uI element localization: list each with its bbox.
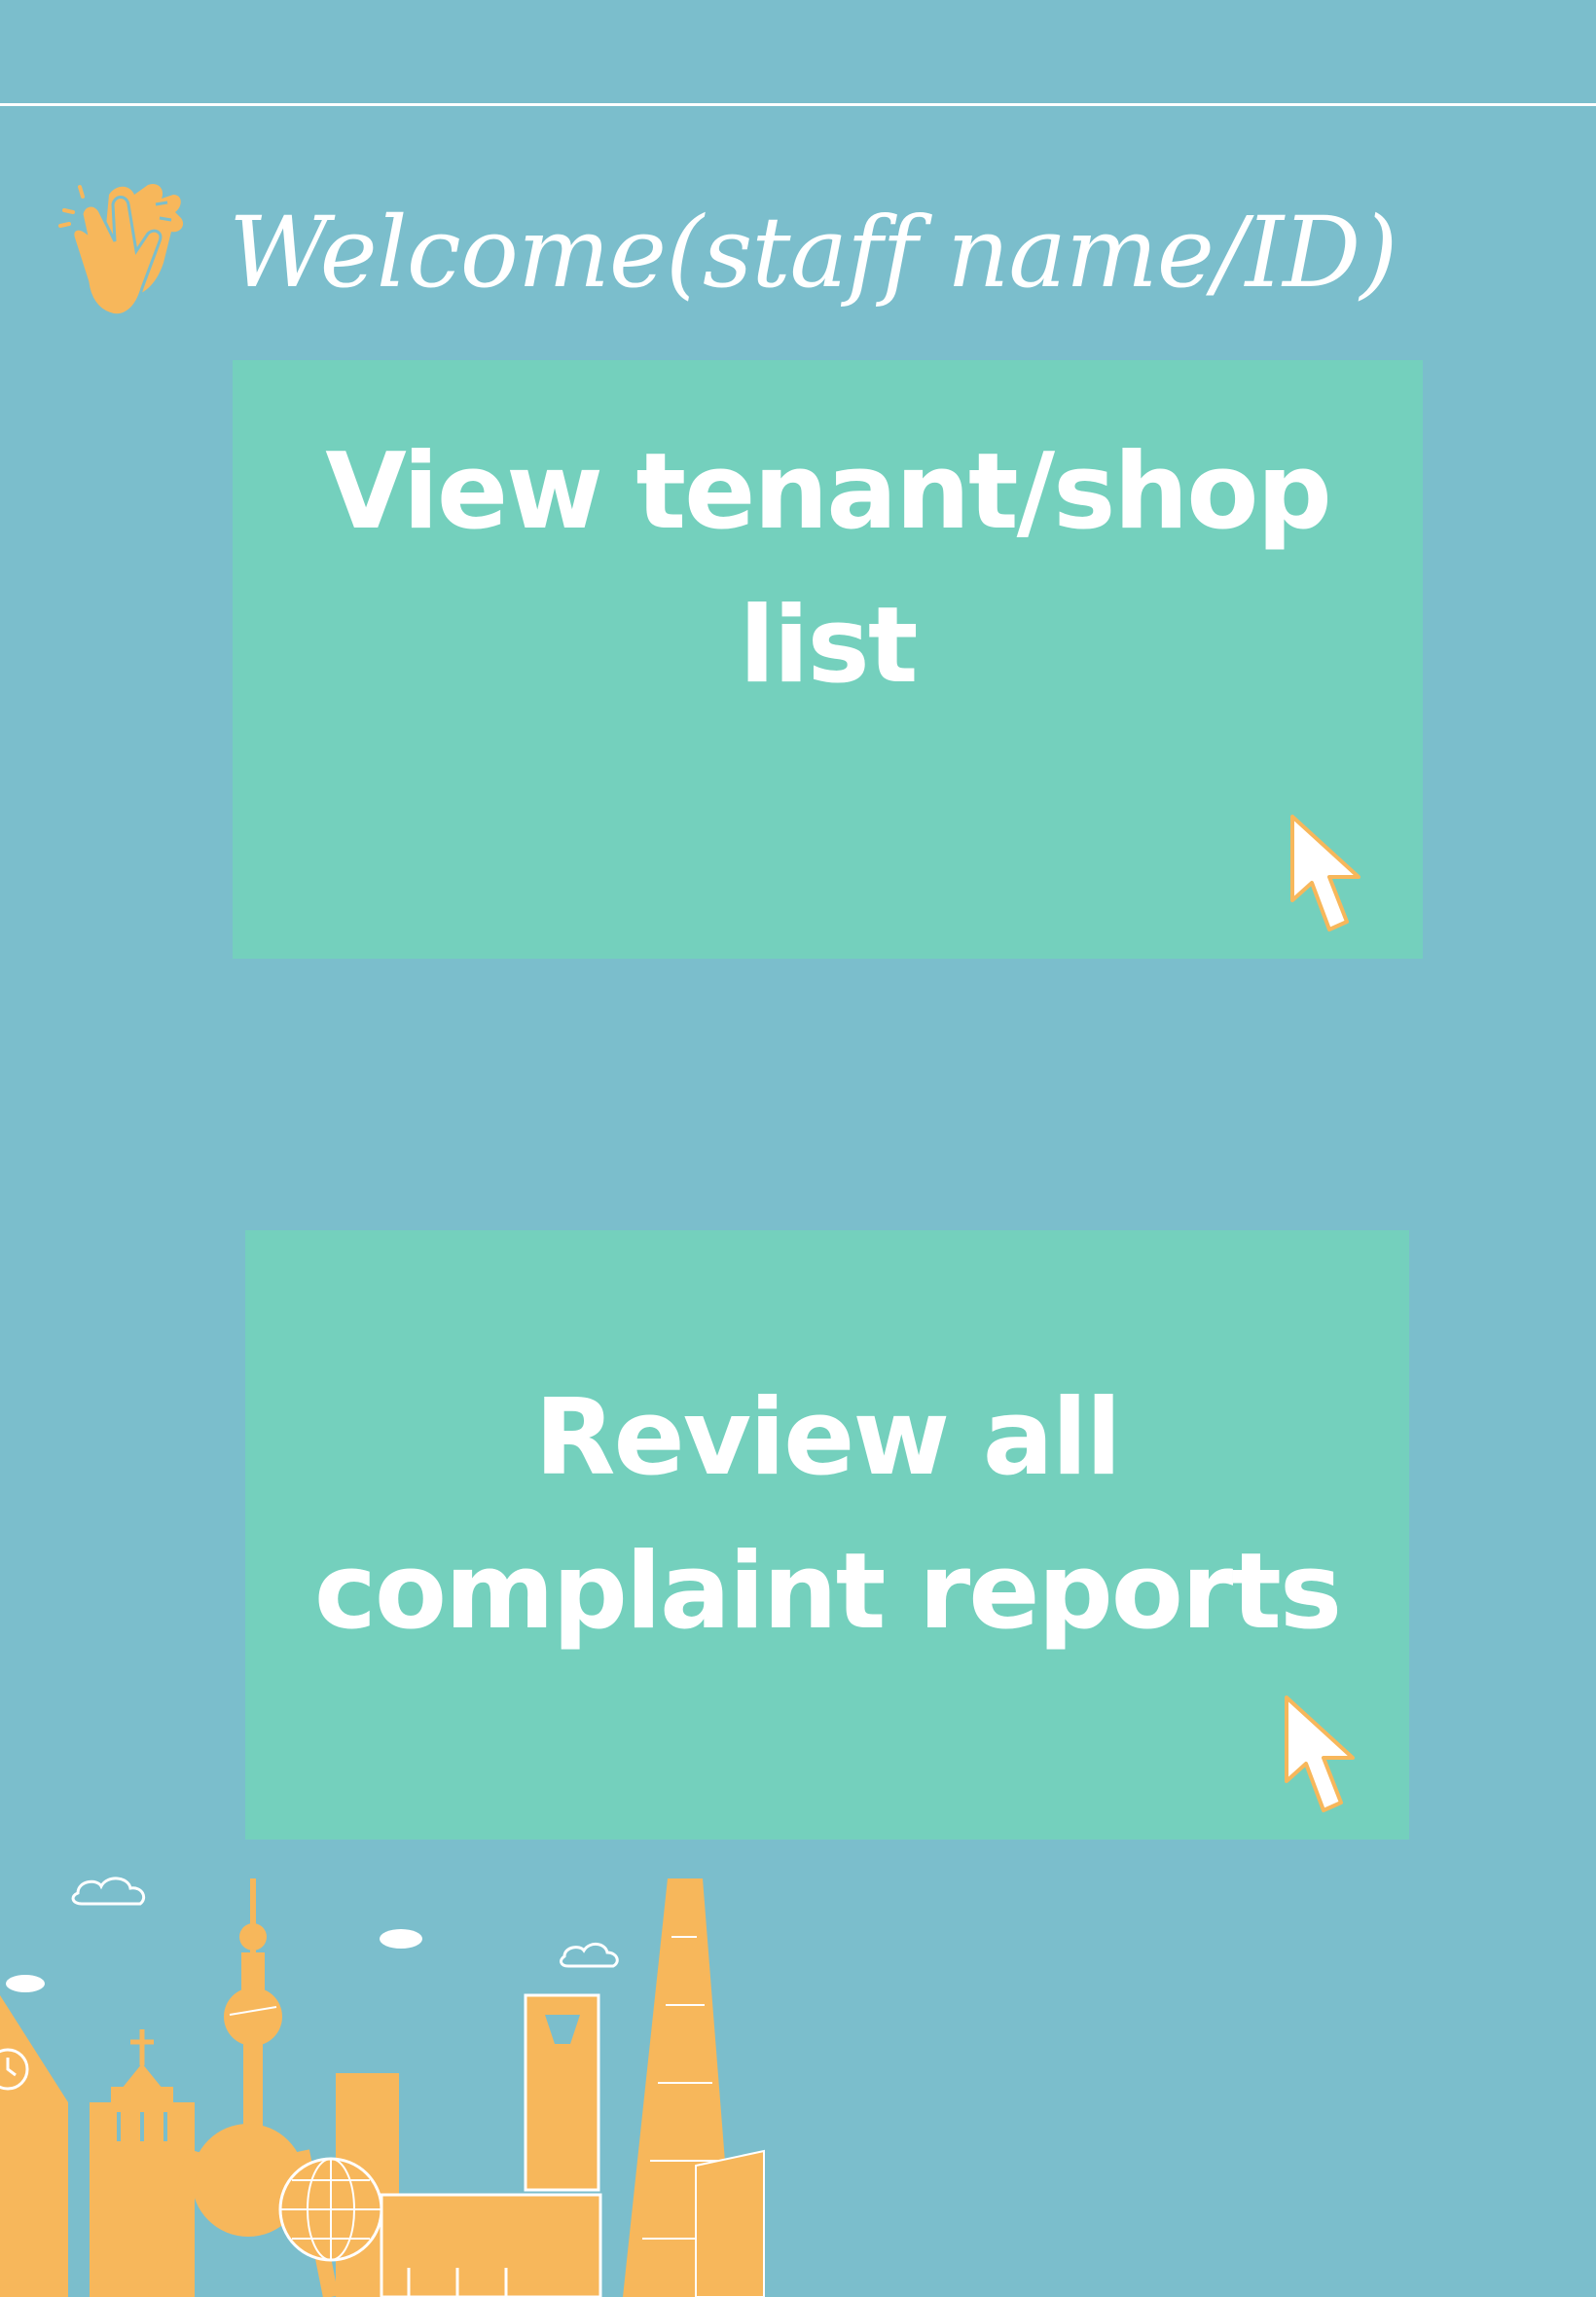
review-complaint-reports-button[interactable]: Review all complaint reports	[245, 1230, 1409, 1840]
cursor-arrow-icon	[1290, 815, 1360, 931]
welcome-message: Welcome(staff name/ID)	[229, 196, 1397, 310]
view-tenant-shop-list-button[interactable]: View tenant/shop list	[233, 360, 1423, 959]
cursor-arrow-icon	[1285, 1695, 1355, 1812]
welcome-header: Welcome(staff name/ID)	[58, 175, 1421, 321]
clock-tower-building	[0, 1995, 68, 2297]
clapping-hands-icon	[58, 183, 184, 317]
cloud-icon	[71, 1877, 619, 1968]
city-skyline-illustration	[0, 1877, 765, 2297]
church-building	[90, 2029, 195, 2297]
review-complaint-reports-label: Review all complaint reports	[313, 1377, 1342, 1653]
low-rise-building	[380, 2193, 602, 2297]
header-divider	[0, 103, 1596, 106]
financial-center-tower	[524, 1993, 600, 2192]
view-tenant-shop-list-label: View tenant/shop list	[325, 431, 1332, 707]
small-tower-building	[695, 2149, 765, 2297]
cloud-icon	[6, 1929, 422, 1992]
globe-dome-building	[278, 2157, 383, 2262]
